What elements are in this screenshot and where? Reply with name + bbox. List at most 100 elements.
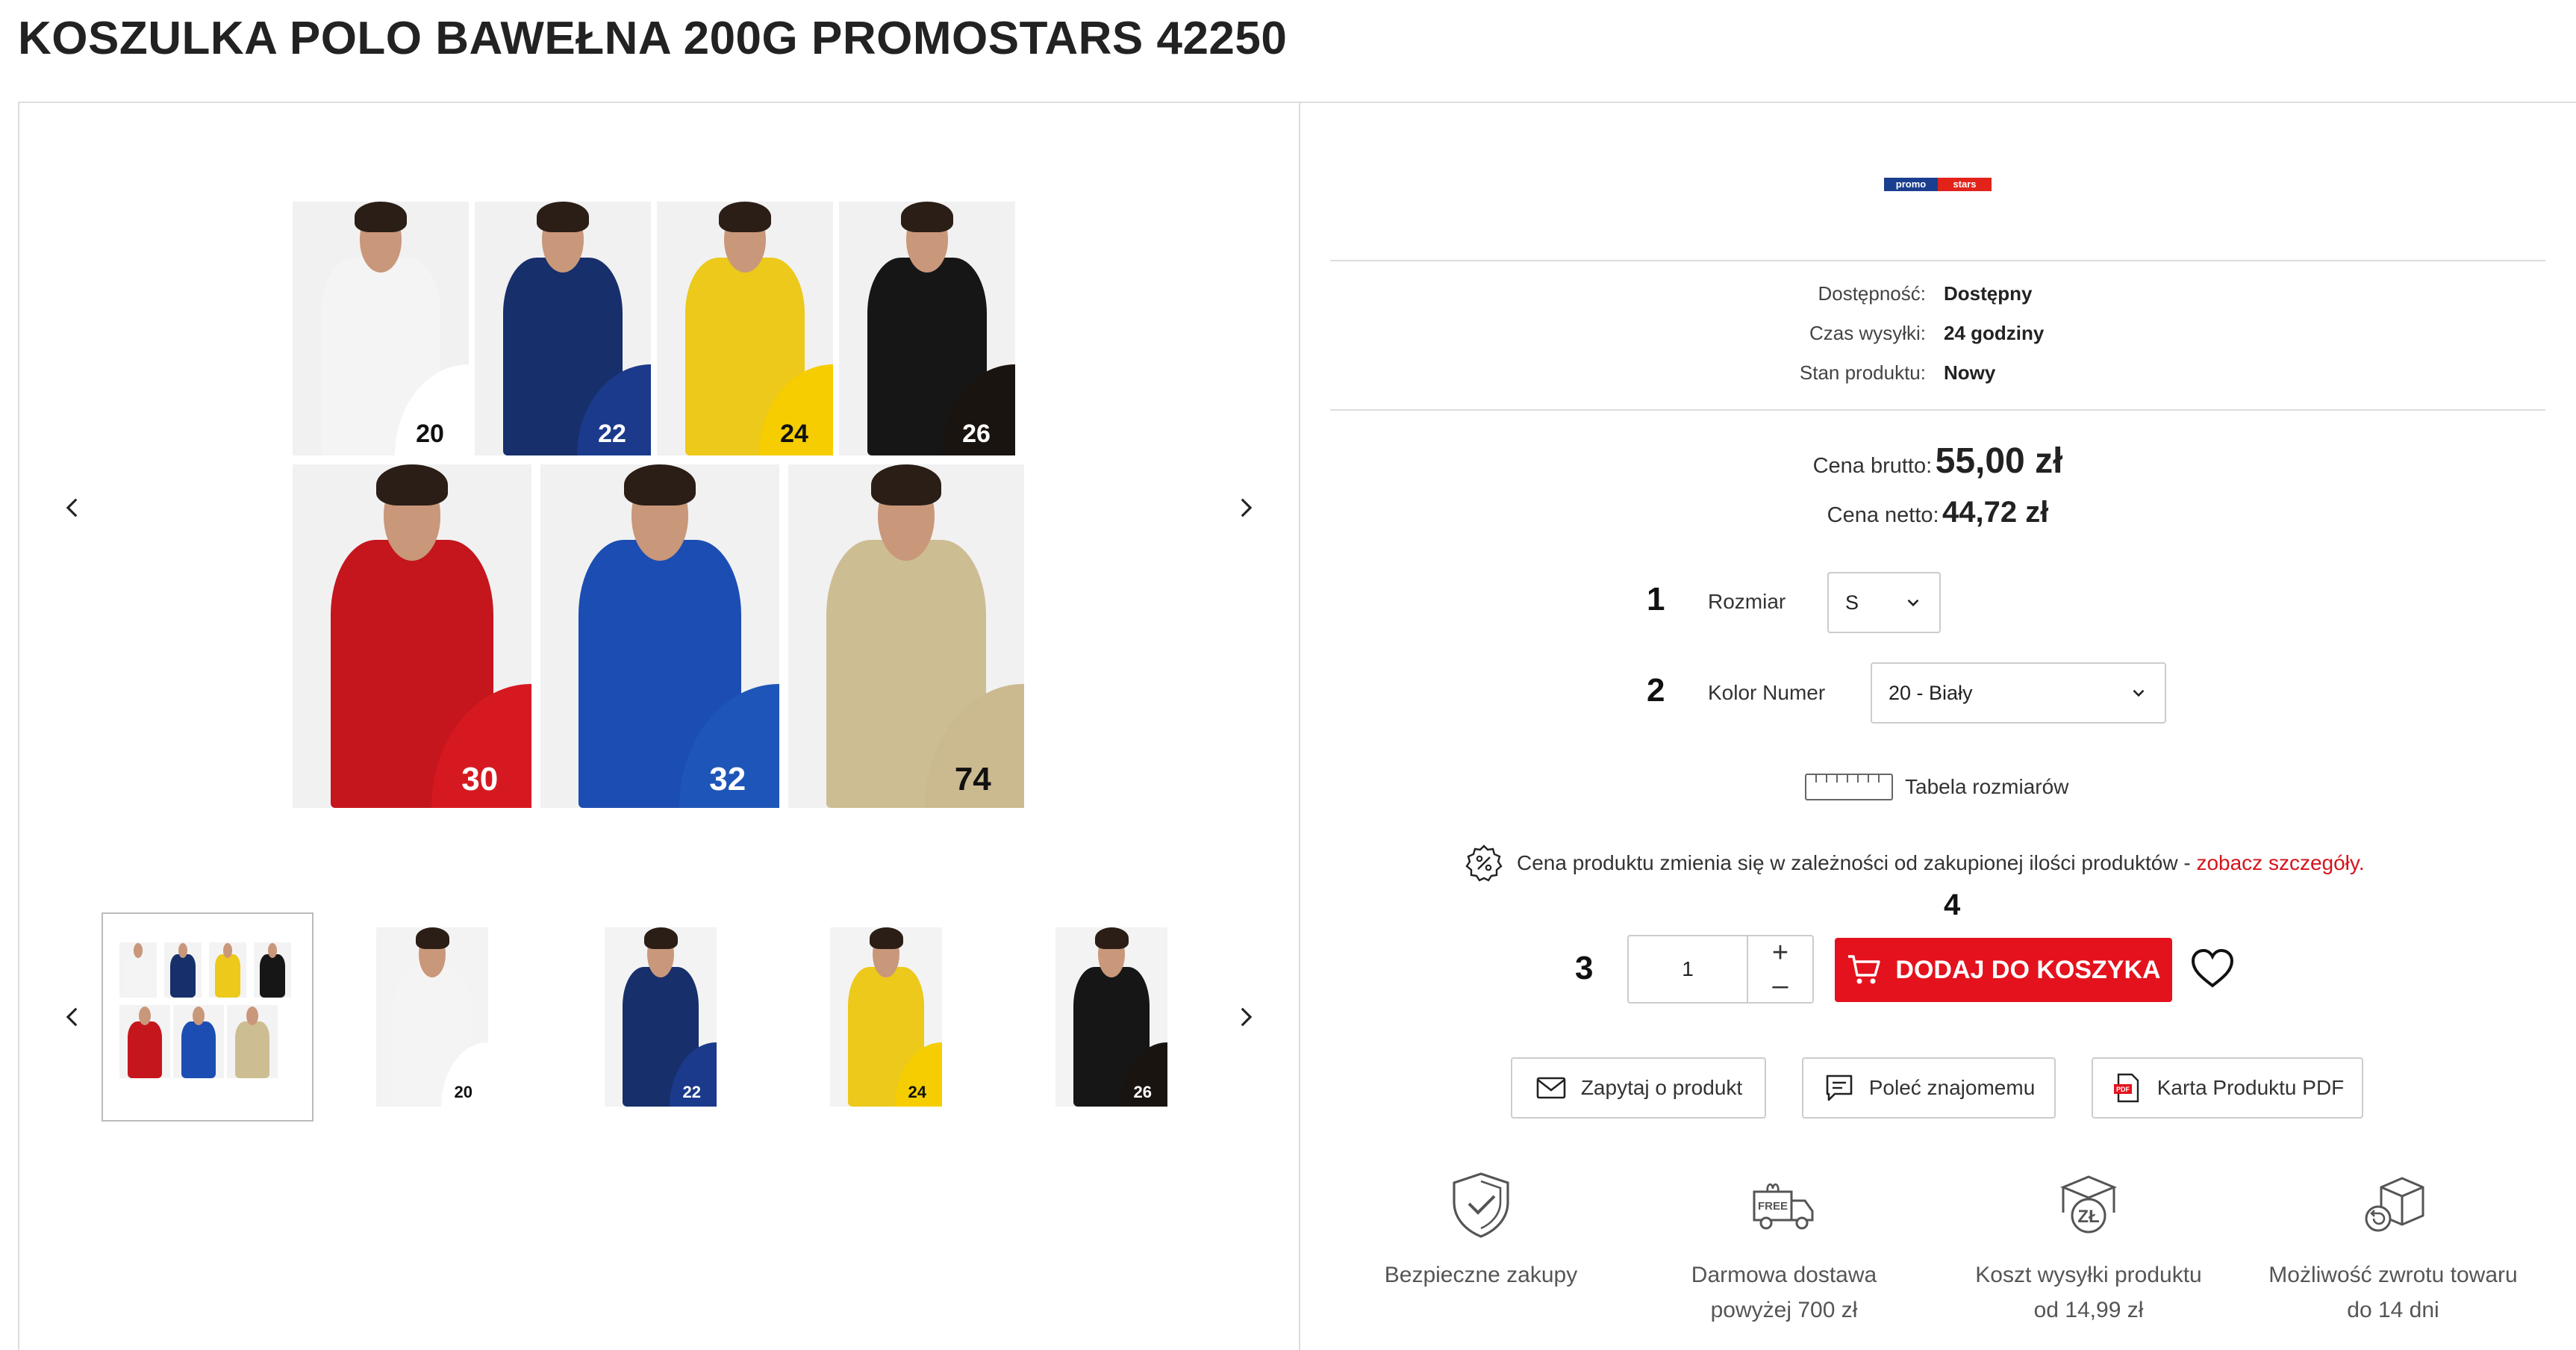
availability-row: Dostępność: Dostępny	[1330, 282, 2545, 312]
shield-check-icon	[1453, 1172, 1509, 1238]
recommend-button[interactable]: Poleć znajomemu	[1802, 1057, 2056, 1119]
svg-text:PDF: PDF	[2116, 1086, 2130, 1093]
shirt-shape	[234, 1021, 270, 1078]
chevron-right-icon	[1241, 1007, 1253, 1027]
feature-line: Koszt wysyłki produktu	[1975, 1263, 2202, 1287]
brand-logo-part1: promo	[1884, 178, 1938, 191]
model-hair	[376, 464, 448, 506]
mini-tile	[209, 942, 246, 998]
mini-tile	[173, 1005, 224, 1078]
size-select[interactable]: S	[1827, 572, 1941, 633]
svg-text:FREE: FREE	[1758, 1200, 1788, 1213]
feature-line: powyżej 700 zł	[1710, 1298, 1858, 1322]
step-number: 3	[1575, 950, 1594, 986]
color-label: Kolor Numer	[1708, 681, 1826, 704]
chevron-right-icon	[1241, 498, 1253, 517]
model-hair	[1094, 927, 1129, 949]
quantity-minus-button[interactable]: –	[1748, 969, 1812, 1002]
color-select[interactable]: 20 - Biały	[1871, 662, 2166, 724]
brand-logo[interactable]: promo stars	[1884, 178, 1992, 191]
step-number: 4	[1944, 889, 1961, 921]
pdf-card-label: Karta Produktu PDF	[2156, 1076, 2345, 1099]
color-variant-tile: 74	[788, 464, 1024, 808]
color-variant-tile: 22	[475, 202, 651, 455]
model-hair	[718, 202, 772, 232]
heart-icon[interactable]	[2189, 945, 2236, 993]
thumbs-prev-arrow[interactable]	[58, 1002, 88, 1032]
gallery-thumbnail[interactable]: 20	[376, 912, 488, 1122]
model-head	[178, 943, 187, 958]
panel-divider	[1299, 103, 1300, 1350]
add-to-cart-button[interactable]: DODAJ DO KOSZYKA	[1835, 938, 2172, 1002]
net-price-value: 44,72 zł	[1942, 496, 2049, 529]
quantity-input[interactable]: 1	[1629, 936, 1748, 1002]
gallery-prev-arrow[interactable]	[58, 493, 88, 523]
shipping-label: Czas wysyłki:	[1809, 322, 1926, 344]
model-hair	[624, 464, 696, 506]
shirt-shape	[260, 954, 285, 998]
condition-value: Nowy	[1944, 361, 1996, 384]
chevron-down-icon	[1907, 599, 1919, 607]
feature-shipping-cost: ZŁ Koszt wysyłki produktu od 14,99 zł	[1932, 1169, 2245, 1328]
gallery-next-arrow[interactable]	[1230, 493, 1260, 523]
color-variant-tile: 20	[293, 202, 469, 455]
box-price-icon: ZŁ	[2060, 1175, 2117, 1234]
chat-icon	[1826, 1074, 1853, 1101]
gross-price-row: Cena brutto: 55,00 zł	[1330, 441, 2545, 482]
feature-line: Bezpieczne zakupy	[1384, 1263, 1578, 1287]
recommend-label: Poleć znajomemu	[1868, 1076, 2036, 1099]
model-hair	[415, 927, 449, 949]
mini-tile	[119, 942, 157, 998]
condition-label: Stan produktu:	[1799, 361, 1926, 384]
divider	[1330, 260, 2545, 261]
gallery-thumbnail[interactable]: 24	[830, 912, 942, 1122]
model-hair	[900, 202, 954, 232]
svg-text:ZŁ: ZŁ	[2077, 1207, 2099, 1227]
model-hair	[870, 464, 942, 506]
availability-value: Dostępny	[1944, 282, 2033, 305]
gallery-thumbnail[interactable]: 22	[605, 912, 717, 1122]
brand-logo-part2: stars	[1938, 178, 1992, 191]
feature-return: Możliwość zwrotu towaru do 14 dni	[2236, 1169, 2550, 1328]
size-table-label: Tabela rozmiarów	[1905, 775, 2069, 798]
model-hair	[869, 927, 903, 949]
availability-label: Dostępność:	[1818, 282, 1926, 305]
pdf-file-icon: PDF	[2113, 1073, 2139, 1103]
step-number: 2	[1647, 672, 1665, 709]
model-hair	[354, 202, 408, 232]
main-product-image[interactable]: 20 22 24 26 30 32 74	[293, 202, 1024, 810]
shipping-row: Czas wysyłki: 24 godziny	[1330, 322, 2545, 352]
model-head	[223, 943, 232, 958]
product-title: KOSZULKA POLO BAWEŁNA 200G PROMOSTARS 42…	[18, 13, 1288, 64]
mini-tile	[227, 1005, 278, 1078]
model-head	[268, 943, 277, 958]
gross-price-value: 55,00 zł	[1935, 441, 2063, 481]
net-price-label: Cena netto:	[1827, 503, 1939, 527]
shirt-shape	[170, 954, 196, 998]
feature-line: od 14,99 zł	[2033, 1298, 2144, 1322]
promo-details-link[interactable]: zobacz szczegóły.	[2196, 851, 2364, 874]
thumbnail-image: 26	[1055, 927, 1167, 1107]
promo-text: Cena produktu zmienia się w zależności o…	[1517, 851, 2197, 874]
ruler-icon	[1805, 774, 1893, 800]
model-hair	[536, 202, 590, 232]
thumbnail-image: 20	[376, 927, 488, 1107]
shirt-shape	[125, 954, 151, 998]
quantity-price-notice: Cena produktu zmienia się w zależności o…	[1465, 844, 2365, 883]
color-variant-tile: 26	[839, 202, 1015, 455]
condition-row: Stan produktu: Nowy	[1330, 361, 2545, 391]
ask-about-product-button[interactable]: Zapytaj o produkt	[1511, 1057, 1766, 1119]
thumbs-next-arrow[interactable]	[1230, 1002, 1260, 1032]
gallery-thumbnail[interactable]: 26	[1055, 912, 1167, 1122]
pdf-card-button[interactable]: PDF Karta Produktu PDF	[2092, 1057, 2363, 1119]
gallery-thumbnail[interactable]	[102, 912, 314, 1122]
quantity-plus-button[interactable]: +	[1748, 936, 1812, 969]
divider	[1330, 409, 2545, 411]
size-table-link[interactable]: Tabela rozmiarów	[1805, 774, 2068, 800]
chevron-down-icon	[2133, 689, 2145, 697]
shirt-shape	[215, 954, 240, 998]
percent-badge-icon	[1465, 844, 1503, 882]
step-number: 1	[1647, 581, 1665, 618]
net-price-row: Cena netto: 44,72 zł	[1330, 496, 2545, 529]
shirt-shape	[181, 1021, 216, 1078]
